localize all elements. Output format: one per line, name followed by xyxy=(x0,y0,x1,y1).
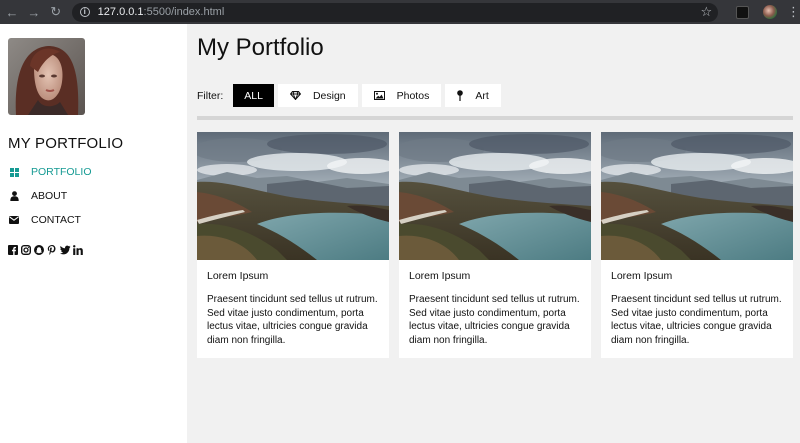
snapchat-icon[interactable] xyxy=(34,242,44,255)
instagram-icon[interactable] xyxy=(20,242,32,256)
brand-title: MY PORTFOLIO xyxy=(8,135,124,152)
card-title: Lorem Ipsum xyxy=(611,270,673,282)
card-text: Praesent tincidunt sed tellus ut rutrum.… xyxy=(611,294,782,346)
sidebar-item-label: ABOUT xyxy=(31,190,68,202)
card-title: Lorem Ipsum xyxy=(409,270,471,282)
pushpin-icon xyxy=(457,90,464,101)
sidebar-item-label: PORTFOLIO xyxy=(31,166,92,178)
facebook-icon[interactable] xyxy=(8,242,18,255)
landscape-image xyxy=(399,132,591,260)
browser-toolbar: ← → ↻ i 127.0.0.1:5500/index.html ☆ ⋮ xyxy=(0,0,800,24)
portfolio-card[interactable]: Lorem Ipsum Praesent tincidunt sed tellu… xyxy=(399,132,591,358)
star-icon[interactable]: ☆ xyxy=(700,5,712,20)
filter-design-button[interactable]: Design xyxy=(277,84,358,107)
forward-arrow-icon[interactable]: → xyxy=(24,2,44,22)
filter-design-label: Design xyxy=(312,89,346,102)
social-links xyxy=(8,242,83,256)
page-title: My Portfolio xyxy=(197,34,324,61)
reload-icon[interactable]: ↻ xyxy=(46,2,66,22)
sidebar-nav: PORTFOLIO ABOUT CONTACT xyxy=(8,160,91,232)
portfolio-card[interactable]: Lorem Ipsum Praesent tincidunt sed tellu… xyxy=(601,132,793,358)
filter-art-label: Art xyxy=(475,89,489,102)
kebab-menu-icon[interactable]: ⋮ xyxy=(787,5,800,20)
profile-avatar-icon[interactable] xyxy=(763,5,777,19)
image-icon xyxy=(373,91,385,100)
main-content: My Portfolio Filter: ALL Design Photos A… xyxy=(187,24,800,443)
sidebar: MY PORTFOLIO PORTFOLIO ABOUT CONTACT xyxy=(0,24,187,443)
address-bar[interactable]: i 127.0.0.1:5500/index.html ☆ xyxy=(71,2,719,22)
filter-all-button[interactable]: ALL xyxy=(233,84,274,107)
filter-art-button[interactable]: Art xyxy=(445,84,501,107)
back-arrow-icon[interactable]: ← xyxy=(2,2,22,22)
extension-icon[interactable] xyxy=(736,5,750,19)
card-title: Lorem Ipsum xyxy=(207,270,269,282)
filter-all-label: ALL xyxy=(244,89,263,102)
sidebar-item-contact[interactable]: CONTACT xyxy=(8,208,91,232)
divider xyxy=(197,116,793,120)
landscape-image xyxy=(197,132,389,260)
url-text[interactable]: 127.0.0.1:5500/index.html xyxy=(98,6,225,18)
linkedin-icon[interactable] xyxy=(73,242,83,255)
info-icon[interactable]: i xyxy=(79,7,90,17)
filter-photos-label: Photos xyxy=(396,89,430,102)
diamond-icon xyxy=(289,91,301,100)
grid-icon xyxy=(8,167,20,177)
url-path: :5500/index.html xyxy=(143,6,225,18)
portfolio-card[interactable]: Lorem Ipsum Praesent tincidunt sed tellu… xyxy=(197,132,389,358)
envelope-icon xyxy=(8,216,20,224)
sidebar-item-label: CONTACT xyxy=(31,214,81,226)
twitter-icon[interactable] xyxy=(60,242,71,255)
sidebar-item-about[interactable]: ABOUT xyxy=(8,184,91,208)
portfolio-grid: Lorem Ipsum Praesent tincidunt sed tellu… xyxy=(197,132,800,358)
card-text: Praesent tincidunt sed tellus ut rutrum.… xyxy=(207,294,378,346)
card-text: Praesent tincidunt sed tellus ut rutrum.… xyxy=(409,294,580,346)
user-icon xyxy=(8,191,20,201)
filter-bar: Filter: ALL Design Photos Art xyxy=(197,84,505,107)
pinterest-icon[interactable] xyxy=(47,242,57,255)
sidebar-item-portfolio[interactable]: PORTFOLIO xyxy=(8,160,91,184)
filter-label: Filter: xyxy=(197,89,224,102)
landscape-image xyxy=(601,132,793,260)
filter-photos-button[interactable]: Photos xyxy=(361,84,442,107)
url-host: 127.0.0.1 xyxy=(97,6,144,18)
avatar xyxy=(8,38,85,115)
